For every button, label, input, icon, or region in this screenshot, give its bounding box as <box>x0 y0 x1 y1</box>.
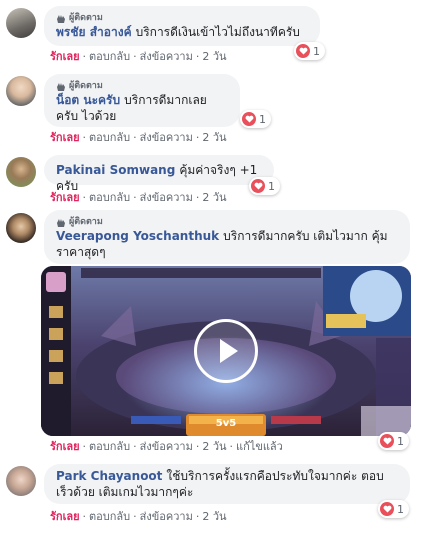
comment-author[interactable]: Veerapong Yoschanthuk <box>56 229 219 243</box>
reaction-count[interactable]: 1 <box>249 177 280 195</box>
share-button[interactable]: ส่งข้อความ <box>140 131 193 144</box>
reaction-count[interactable]: 1 <box>378 432 409 450</box>
heart-reaction-icon <box>380 434 394 448</box>
reaction-number: 1 <box>268 179 275 193</box>
like-button[interactable]: รักเลย <box>50 50 80 63</box>
separator: · <box>82 510 87 523</box>
reaction-number: 1 <box>313 44 320 58</box>
avatar[interactable] <box>6 213 36 243</box>
separator: · <box>133 510 137 523</box>
separator: · <box>195 50 200 63</box>
separator: · <box>82 131 87 144</box>
reaction-count[interactable]: 1 <box>240 110 271 128</box>
avatar[interactable] <box>6 466 36 496</box>
reply-button[interactable]: ตอบกลับ <box>89 50 130 63</box>
separator: · <box>82 440 87 453</box>
share-button[interactable]: ส่งข้อความ <box>140 191 193 204</box>
timestamp[interactable]: 2 วัน <box>202 131 226 144</box>
comment-bubble: ผู้ติดตาม น็อต นะครับ บริการดีมากเลยครับ … <box>44 74 240 127</box>
reaction-number: 1 <box>397 434 404 448</box>
heart-reaction-icon <box>251 179 265 193</box>
share-button[interactable]: ส่งข้อความ <box>140 440 193 453</box>
share-button[interactable]: ส่งข้อความ <box>140 510 193 523</box>
avatar[interactable] <box>6 157 36 187</box>
separator: · <box>133 131 137 144</box>
like-button[interactable]: รักเลย <box>50 510 80 523</box>
timestamp[interactable]: 2 วัน <box>202 191 226 204</box>
follower-hand-icon <box>57 82 65 91</box>
like-button[interactable]: รักเลย <box>50 131 80 144</box>
comment-author[interactable]: น็อต นะครับ <box>56 93 120 107</box>
like-button[interactable]: รักเลย <box>50 440 80 453</box>
timestamp[interactable]: 2 วัน <box>202 50 226 63</box>
comment-bubble: Park Chayanoot ใช้บริการครั้งแรกคือประทับ… <box>44 464 410 504</box>
separator: · <box>229 440 234 453</box>
like-button[interactable]: รักเลย <box>50 191 80 204</box>
separator: · <box>133 50 137 63</box>
separator: · <box>82 191 87 204</box>
heart-reaction-icon <box>380 502 394 516</box>
follower-badge: ผู้ติดตาม <box>56 12 308 24</box>
edited-label[interactable]: แก้ไขแล้ว <box>236 440 283 453</box>
reply-button[interactable]: ตอบกลับ <box>89 191 130 204</box>
avatar[interactable] <box>6 8 36 38</box>
heart-reaction-icon <box>242 112 256 126</box>
video-attachment[interactable]: 5v5 <box>41 266 411 436</box>
reaction-number: 1 <box>397 502 404 516</box>
comment-bubble: ผู้ติดตาม Veerapong Yoschanthuk บริการดีม… <box>44 210 410 264</box>
timestamp[interactable]: 2 วัน <box>202 510 226 523</box>
reply-button[interactable]: ตอบกลับ <box>89 131 130 144</box>
comment-author[interactable]: พรชัย สำอางค์ <box>56 25 132 39</box>
timestamp[interactable]: 2 วัน <box>202 440 226 453</box>
follower-label: ผู้ติดตาม <box>69 81 103 91</box>
share-button[interactable]: ส่งข้อความ <box>140 50 193 63</box>
separator: · <box>195 191 200 204</box>
follower-label: ผู้ติดตาม <box>69 13 103 23</box>
reply-button[interactable]: ตอบกลับ <box>89 440 130 453</box>
follower-hand-icon <box>57 218 65 227</box>
separator: · <box>195 131 200 144</box>
reaction-number: 1 <box>259 112 266 126</box>
reaction-count[interactable]: 1 <box>378 500 409 518</box>
play-icon <box>220 339 238 363</box>
follower-badge: ผู้ติดตาม <box>56 216 398 228</box>
comment-text: บริการดีเงินเข้าไวไม่ถึงนาทีครับ <box>135 25 300 39</box>
reply-button[interactable]: ตอบกลับ <box>89 510 130 523</box>
comment-author[interactable]: Pakinai Somwang <box>56 163 175 177</box>
separator: · <box>82 50 87 63</box>
separator: · <box>133 440 137 453</box>
comment-bubble: ผู้ติดตาม พรชัย สำอางค์ บริการดีเงินเข้าไ… <box>44 6 320 46</box>
comment-bubble: Pakinai Somwang คุ้มค่าจริงๆ +1 ครับ <box>44 155 274 193</box>
avatar[interactable] <box>6 76 36 106</box>
follower-label: ผู้ติดตาม <box>69 217 103 227</box>
comment-author[interactable]: Park Chayanoot <box>56 469 162 483</box>
play-button[interactable] <box>194 319 258 383</box>
separator: · <box>195 510 200 523</box>
match-badge: 5v5 <box>215 418 237 429</box>
separator: · <box>133 191 137 204</box>
reaction-count[interactable]: 1 <box>294 42 325 60</box>
heart-reaction-icon <box>296 44 310 58</box>
follower-badge: ผู้ติดตาม <box>56 80 228 92</box>
follower-hand-icon <box>57 14 65 23</box>
separator: · <box>195 440 200 453</box>
